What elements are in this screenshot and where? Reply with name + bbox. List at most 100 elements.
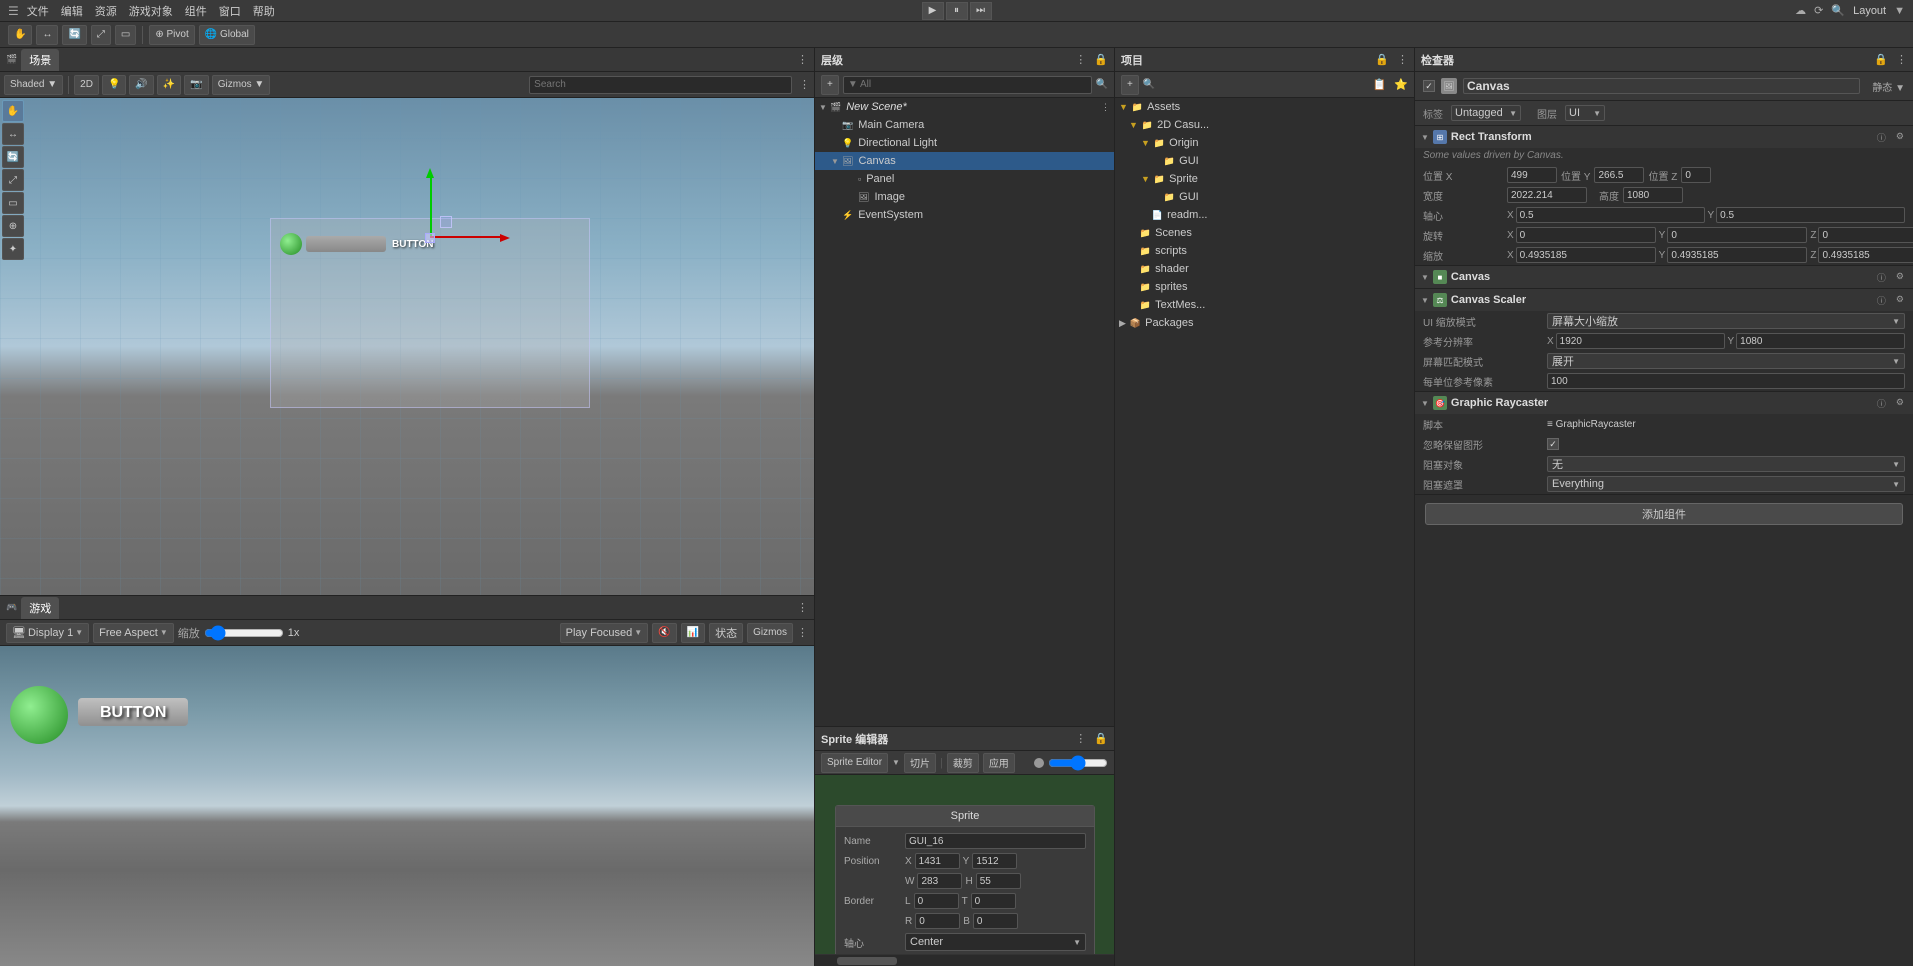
ui-scale-dropdown[interactable]: 屏幕大小缩放 ▼ <box>1547 313 1905 329</box>
asset-item-textmes[interactable]: ▶ 📁 TextMes... <box>1115 296 1414 314</box>
sprite-editor-lock-icon[interactable]: 🔒 <box>1094 732 1108 745</box>
scene-search[interactable] <box>529 76 792 94</box>
rect-transform-header[interactable]: ▼ ⊞ Rect Transform ⓘ ⚙ <box>1415 126 1913 148</box>
tool-rect2[interactable]: ▭ <box>2 192 24 214</box>
hierarchy-item-main-camera[interactable]: ▶ 📷 Main Camera <box>815 116 1114 134</box>
scale-z-input[interactable] <box>1818 247 1913 263</box>
shading-dropdown[interactable]: Shaded ▼ <box>4 75 63 95</box>
assets-menu-icon[interactable]: ⋮ <box>1397 53 1408 66</box>
raycaster-settings-btn[interactable]: ⚙ <box>1893 396 1907 411</box>
scaler-info-btn[interactable]: ⓘ <box>1874 293 1889 308</box>
menu-file[interactable]: 文件 <box>23 1 53 21</box>
inspector-lock-icon[interactable]: 🔒 <box>1874 53 1888 66</box>
assets-add-btn[interactable]: + <box>1121 75 1139 95</box>
sprite-editor-scrollbar[interactable] <box>815 954 1114 966</box>
pos-z-input[interactable] <box>1681 167 1711 183</box>
raycaster-header[interactable]: ▼ 🎯 Graphic Raycaster ⓘ ⚙ <box>1415 392 1913 414</box>
borderr-input[interactable] <box>915 913 960 929</box>
borderl-input[interactable] <box>914 893 959 909</box>
height-input[interactable] <box>1623 187 1683 203</box>
static-toggle[interactable]: 静态 ▼ <box>1872 79 1905 94</box>
tool-move2[interactable]: ↔ <box>2 123 24 145</box>
scaler-settings-btn[interactable]: ⚙ <box>1893 293 1907 308</box>
game-menu-icon[interactable]: ⋮ <box>797 626 808 639</box>
object-active-checkbox[interactable]: ✓ <box>1423 80 1435 92</box>
hierarchy-lock-icon[interactable]: 🔒 <box>1094 53 1108 66</box>
hierarchy-add-btn[interactable]: + <box>821 75 839 95</box>
ref-res-x-input[interactable] <box>1556 333 1725 349</box>
asset-item-gui2[interactable]: ▶ 📁 GUI <box>1115 188 1414 206</box>
canvas-comp-header[interactable]: ▼ ■ Canvas ⓘ ⚙ <box>1415 266 1913 288</box>
scene-cam-btn[interactable]: 📷 <box>184 75 208 95</box>
hierarchy-item-dir-light[interactable]: ▶ 💡 Directional Light <box>815 134 1114 152</box>
posh-input[interactable] <box>976 873 1021 889</box>
hierarchy-item-eventsystem[interactable]: ▶ ⚡ EventSystem <box>815 206 1114 224</box>
rot-x-input[interactable] <box>1516 227 1656 243</box>
posx-input[interactable] <box>915 853 960 869</box>
hierarchy-item-new-scene[interactable]: ▼ 🎬 New Scene* ⋮ <box>815 98 1114 116</box>
sprite-apply-btn[interactable]: 应用 <box>983 753 1015 773</box>
hierarchy-menu-icon[interactable]: ⋮ <box>1075 53 1086 66</box>
menu-assets[interactable]: 资源 <box>91 1 121 21</box>
tool-scale2[interactable]: ⤢ <box>2 169 24 191</box>
canvas-scaler-header[interactable]: ▼ ⚖ Canvas Scaler ⓘ ⚙ <box>1415 289 1913 311</box>
cloud-icon[interactable]: ☁ <box>1795 4 1806 17</box>
hierarchy-item-panel[interactable]: ▶ ▫ Panel <box>815 170 1114 188</box>
sprite-cut-btn[interactable]: 切片 <box>904 753 936 773</box>
layer-dropdown[interactable]: UI ▼ <box>1565 105 1605 121</box>
object-name-input[interactable] <box>1463 78 1860 94</box>
hierarchy-search-input[interactable] <box>843 76 1092 94</box>
ignore-reversed-checkbox[interactable]: ✓ <box>1547 438 1559 450</box>
sprite-editor-btn[interactable]: Sprite Editor <box>821 753 888 773</box>
play-focused-btn[interactable]: Play Focused ▼ <box>560 623 649 643</box>
pos-y-input[interactable] <box>1594 167 1644 183</box>
gizmos-btn[interactable]: Gizmos ▼ <box>212 75 271 95</box>
tool-hand[interactable]: ✋ <box>2 100 24 122</box>
pixels-unit-input[interactable] <box>1547 373 1905 389</box>
scene-menu-icon[interactable]: ⋮ <box>799 78 810 91</box>
posw-input[interactable] <box>917 873 962 889</box>
tool-scale[interactable]: ⤢ <box>91 25 111 45</box>
display-dropdown[interactable]: 🖥 Display 1 ▼ <box>6 623 89 643</box>
menu-window[interactable]: 窗口 <box>215 1 245 21</box>
menu-gameobject[interactable]: 游戏对象 <box>125 1 177 21</box>
asset-item-readme[interactable]: ▶ 📄 readm... <box>1115 206 1414 224</box>
hierarchy-item-image[interactable]: ▶ 🖼 Image <box>815 188 1114 206</box>
sprite-editor-menu-icon[interactable]: ⋮ <box>1075 732 1086 745</box>
sprite-trim-btn[interactable]: 裁剪 <box>947 753 979 773</box>
inspector-menu-icon[interactable]: ⋮ <box>1896 53 1907 66</box>
scene-tools-hand[interactable]: ✋ <box>8 25 32 45</box>
scene-panel-menu-icon[interactable]: ⋮ <box>797 53 808 66</box>
width-input[interactable] <box>1507 187 1587 203</box>
rot-y-input[interactable] <box>1667 227 1807 243</box>
fx-toggle[interactable]: ✨ <box>157 75 181 95</box>
play-button[interactable]: ▶ <box>922 2 944 20</box>
tool-move[interactable]: ↔ <box>36 25 58 45</box>
bordert-input[interactable] <box>971 893 1016 909</box>
tag-dropdown[interactable]: Untagged ▼ <box>1451 105 1521 121</box>
canvas-settings-btn[interactable]: ⚙ <box>1893 270 1907 285</box>
stats-btn[interactable]: 📊 <box>681 623 705 643</box>
tool-snap[interactable]: ⊕ <box>2 215 24 237</box>
collab-icon[interactable]: ⟳ <box>1814 4 1823 17</box>
rot-z-input[interactable] <box>1818 227 1913 243</box>
scale-x-input[interactable] <box>1516 247 1656 263</box>
layout-dropdown-arrow[interactable]: ▼ <box>1894 5 1905 17</box>
posy-input[interactable] <box>972 853 1017 869</box>
scale-y-input[interactable] <box>1667 247 1807 263</box>
anchor-y-input[interactable] <box>1716 207 1905 223</box>
assets-lock-icon[interactable]: 🔒 <box>1375 53 1389 66</box>
pause-button[interactable]: ⏸ <box>946 2 968 20</box>
sprite-pivot-dropdown[interactable]: Center ▼ <box>905 933 1086 951</box>
asset-item-scripts[interactable]: ▶ 📁 scripts <box>1115 242 1414 260</box>
rect-settings-btn[interactable]: ⚙ <box>1893 130 1907 145</box>
pos-x-input[interactable] <box>1507 167 1557 183</box>
menu-help[interactable]: 帮助 <box>249 1 279 21</box>
anchor-x-input[interactable] <box>1516 207 1705 223</box>
audio-toggle[interactable]: 🔊 <box>129 75 153 95</box>
scale-slider[interactable] <box>204 626 284 640</box>
canvas-info-btn[interactable]: ⓘ <box>1874 270 1889 285</box>
screen-match-dropdown[interactable]: 展开 ▼ <box>1547 353 1905 369</box>
asset-item-assets[interactable]: ▼ 📁 Assets <box>1115 98 1414 116</box>
assets-view-icon[interactable]: 📋 <box>1373 78 1387 91</box>
